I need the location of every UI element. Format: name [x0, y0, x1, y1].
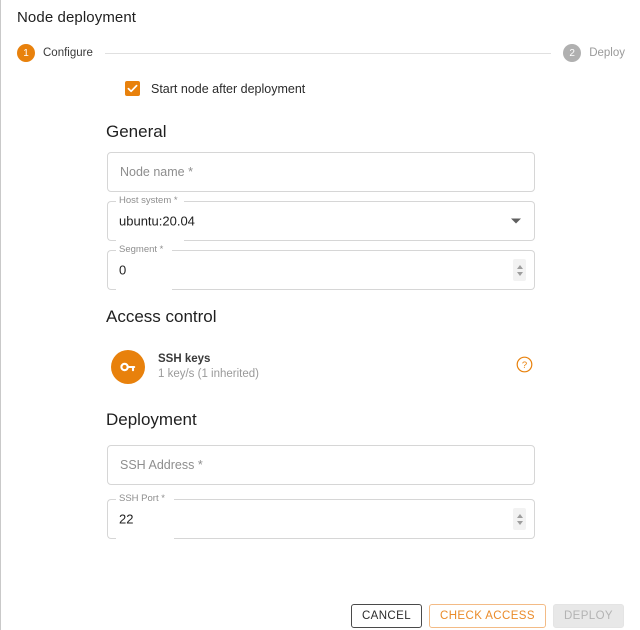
start-node-after-deployment-row[interactable]: Start node after deployment: [125, 81, 305, 96]
step-number-badge-2: 2: [563, 44, 582, 62]
start-node-checkbox[interactable]: [125, 81, 140, 96]
check-access-button[interactable]: CHECK ACCESS: [429, 604, 546, 628]
help-circle-icon[interactable]: ?: [516, 356, 533, 373]
segment-outline: [107, 250, 535, 290]
ssh-port-value: 22: [119, 511, 134, 527]
node-deployment-dialog: Node deployment 1 Configure 2 Deploy Sta…: [0, 0, 640, 630]
checkmark-icon: [127, 84, 138, 93]
deploy-button: DEPLOY: [552, 604, 624, 628]
section-heading-access-control: Access control: [106, 307, 217, 326]
svg-text:?: ?: [522, 360, 527, 371]
step-number-badge-1: 1: [17, 44, 35, 62]
spinner-up-icon[interactable]: [516, 264, 523, 269]
segment-label: Segment *: [117, 244, 166, 255]
help-icon-wrapper[interactable]: ?: [516, 356, 533, 378]
stepper: 1 Configure 2 Deploy: [17, 41, 625, 65]
ssh-keys-subtitle: 1 key/s (1 inherited): [158, 368, 259, 380]
start-node-checkbox-label: Start node after deployment: [151, 81, 306, 96]
chevron-down-icon[interactable]: [511, 218, 521, 224]
spinner-up-icon[interactable]: [516, 513, 523, 518]
step-label-deploy: Deploy: [589, 47, 625, 59]
ssh-port-input[interactable]: SSH Port * 22: [107, 493, 535, 539]
spinner-down-icon[interactable]: [516, 520, 523, 525]
ssh-port-label: SSH Port *: [117, 493, 167, 504]
ssh-keys-row[interactable]: SSH keys 1 key/s (1 inherited) ?: [111, 346, 535, 388]
node-name-input[interactable]: Node name *: [107, 152, 535, 192]
ssh-address-placeholder: SSH Address *: [120, 458, 203, 472]
host-system-value: ubuntu:20.04: [119, 213, 195, 229]
stepper-step-configure[interactable]: 1 Configure: [17, 44, 93, 62]
avatar: [111, 350, 145, 384]
host-system-label: Host system *: [117, 195, 180, 206]
segment-value: 0: [119, 262, 127, 278]
host-system-select[interactable]: Host system * ubuntu:20.04: [107, 195, 535, 241]
dialog-footer: CANCEL CHECK ACCESS DEPLOY: [350, 604, 624, 628]
page-title: Node deployment: [17, 9, 137, 26]
stepper-connector-line: [104, 52, 552, 54]
key-icon: [120, 362, 136, 372]
segment-stepper[interactable]: [513, 259, 526, 281]
spinner-down-icon[interactable]: [516, 271, 523, 276]
ssh-address-input[interactable]: SSH Address *: [107, 445, 535, 485]
ssh-port-stepper[interactable]: [513, 508, 526, 530]
section-heading-general: General: [106, 122, 167, 141]
cancel-button[interactable]: CANCEL: [350, 604, 423, 628]
section-heading-deployment: Deployment: [106, 410, 197, 429]
ssh-keys-title: SSH keys: [158, 353, 211, 365]
ssh-keys-text: SSH keys 1 key/s (1 inherited): [158, 352, 516, 382]
segment-input[interactable]: Segment * 0: [107, 244, 535, 290]
stepper-step-deploy[interactable]: 2 Deploy: [563, 44, 625, 62]
ssh-port-outline: [107, 499, 535, 539]
step-label-configure: Configure: [43, 47, 93, 59]
node-name-placeholder: Node name *: [120, 165, 193, 179]
